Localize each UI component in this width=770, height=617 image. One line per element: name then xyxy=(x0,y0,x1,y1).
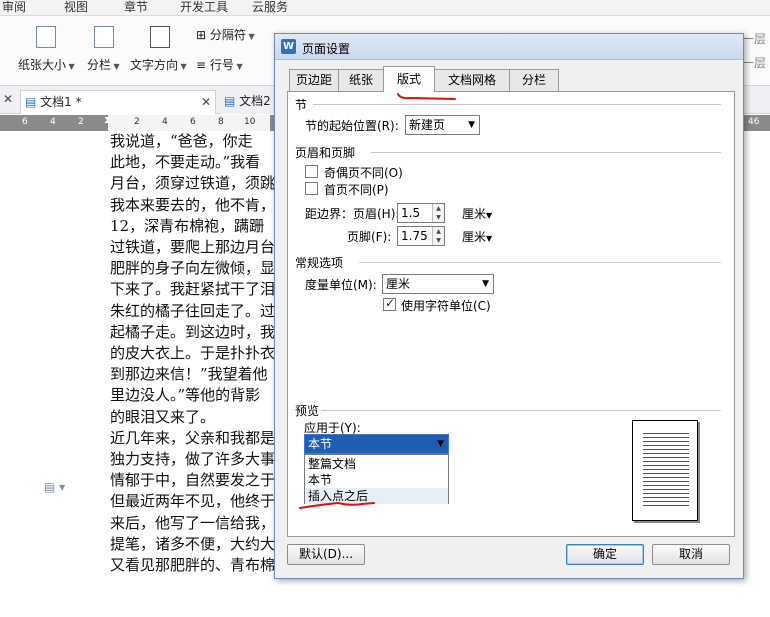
annotation-underline-after-insertion xyxy=(299,501,375,509)
annotation-underline-layout-tab xyxy=(397,93,456,100)
annotation-overlay xyxy=(299,93,456,509)
